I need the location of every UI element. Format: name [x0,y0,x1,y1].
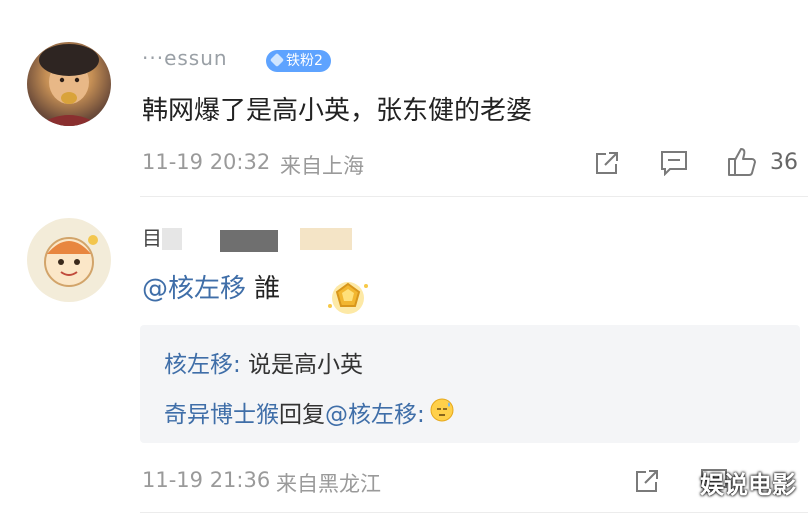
blurred-username [220,230,278,252]
blurred-badge [300,228,352,250]
reply-verb: 回复 [279,402,325,428]
reply-separator: : [233,352,241,378]
gold-badge-icon [322,276,374,324]
comment-timestamp: 11-19 21:36 [142,468,271,492]
fan-badge: 铁粉2 [266,50,331,72]
reply-item[interactable]: 奇异博士猴回复@核左移: [164,395,454,429]
comment-icon[interactable] [660,150,688,180]
avatar[interactable] [27,218,111,302]
username[interactable]: ···essun [142,46,228,70]
mention-link[interactable]: @核左移 [142,274,246,304]
username[interactable]: 目 [142,222,163,251]
comment-timestamp: 11-19 20:32 [142,150,271,174]
comment-location: 来自上海 [280,154,364,178]
divider [140,512,808,513]
blurred-username [162,228,182,250]
reply-author[interactable]: 核左移 [164,352,233,378]
divider [140,196,808,197]
fan-badge-label: 铁粉2 [286,53,323,69]
share-icon[interactable] [634,468,660,498]
like-icon[interactable] [726,146,758,182]
emoji-sweat-icon [429,397,455,429]
reply-author[interactable]: 奇异博士猴 [164,402,279,428]
comment-location: 来自黑龙江 [276,472,381,496]
reply-separator: : [417,402,425,428]
watermark: 娱说电影 [700,471,796,499]
comment-text: 誰 [254,274,281,304]
diamond-icon [269,52,285,68]
reply-item[interactable]: 核左移: 说是高小英 [164,345,363,379]
reply-text: 说是高小英 [240,352,364,378]
share-icon[interactable] [594,150,620,180]
comment-text: 韩网爆了是高小英，张东健的老婆 [142,96,533,126]
comment-body: @核左移 誰 [142,268,280,305]
mention-link[interactable]: @核左移 [325,402,417,428]
like-count: 36 [770,150,798,175]
avatar[interactable] [27,42,111,126]
